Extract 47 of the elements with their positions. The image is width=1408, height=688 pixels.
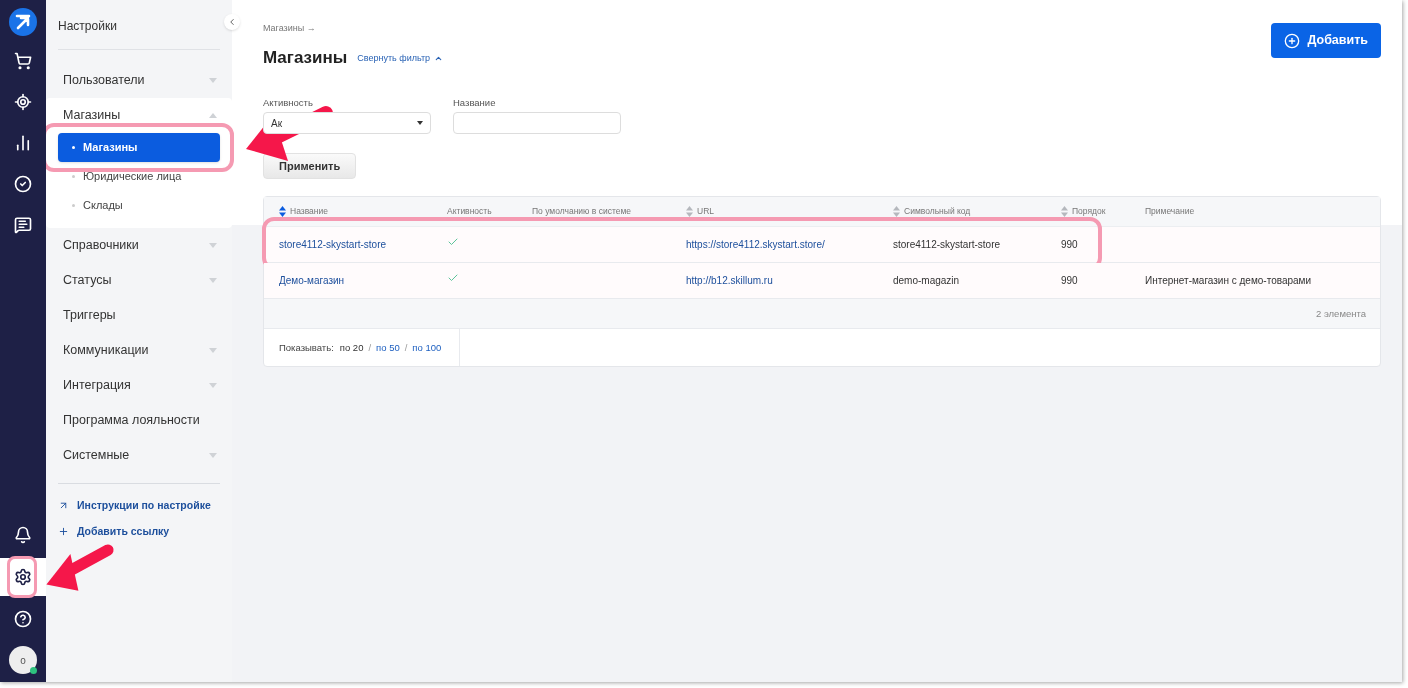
submenu-item[interactable]: Склады [58, 191, 220, 220]
select-field[interactable]: Ак [263, 112, 431, 135]
sidebar-item[interactable]: Программа лояльности [58, 403, 220, 438]
sidebar-link[interactable]: Инструкции по настройке [58, 498, 220, 514]
separator: / [368, 340, 372, 355]
table-cell-text: 990 [1061, 238, 1079, 253]
filter-label: Активность [263, 96, 314, 110]
page-size-label: Показывать: [279, 340, 334, 355]
separator: / [404, 340, 408, 355]
table-cell-text: Интернет-магазин с демо-товарами [1145, 274, 1313, 289]
sidebar-item[interactable]: Статусы [58, 263, 220, 298]
table-cell-text: demo-magazin [893, 274, 961, 289]
avatar[interactable]: о [9, 646, 37, 674]
filter-label: Название [453, 96, 497, 110]
store-link[interactable]: store4112-skystart-store [279, 237, 447, 253]
submenu-item[interactable]: Юридические лица [58, 162, 220, 191]
item-count: 2 элемента [1316, 306, 1366, 321]
column-header: По умолчанию в системе [532, 205, 633, 219]
column-header: Активность [447, 205, 493, 219]
sidebar-item[interactable]: Магазины [58, 98, 220, 133]
page-size-option[interactable]: по 20 [339, 340, 364, 355]
sidebar-item[interactable]: Справочники [58, 228, 220, 263]
apply-button[interactable]: Применить [263, 153, 357, 180]
sidebar-item[interactable]: Триггеры [58, 298, 220, 333]
sidebar-item[interactable]: Коммуникации [58, 333, 220, 368]
url-link[interactable]: http://b12.skillum.ru [686, 273, 893, 289]
column-header[interactable]: Порядок [1061, 205, 1145, 219]
sidebar-item[interactable]: Интеграция [58, 368, 220, 403]
sidebar-item[interactable]: Пользователи [58, 63, 220, 98]
sidebar-link[interactable]: Добавить ссылку [58, 523, 220, 540]
page-size-option[interactable]: по 100 [412, 340, 442, 355]
sidebar-item[interactable]: Системные [58, 438, 220, 473]
column-header: Примечание [1145, 205, 1196, 219]
table-cell-text: 990 [1061, 274, 1079, 289]
column-header[interactable]: Название [279, 205, 447, 219]
column-header[interactable]: URL [686, 205, 893, 219]
store-link[interactable]: Демо-магазин [279, 273, 447, 289]
add-button[interactable]: Добавить [1271, 23, 1381, 58]
page-title: Магазины [263, 46, 348, 69]
page-size-option[interactable]: по 50 [376, 340, 400, 355]
sidebar-title: Настройки [58, 0, 220, 50]
table-cell-text: store4112-skystart-store [893, 238, 1002, 253]
filter-toggle[interactable]: Свернуть фильтр [357, 51, 444, 65]
breadcrumb[interactable]: Магазины → [263, 22, 444, 36]
submenu-item[interactable]: Магазины [58, 133, 220, 162]
column-header[interactable]: Символьный код [893, 205, 1061, 219]
url-link[interactable]: https://store4112.skystart.store/ [686, 237, 893, 253]
